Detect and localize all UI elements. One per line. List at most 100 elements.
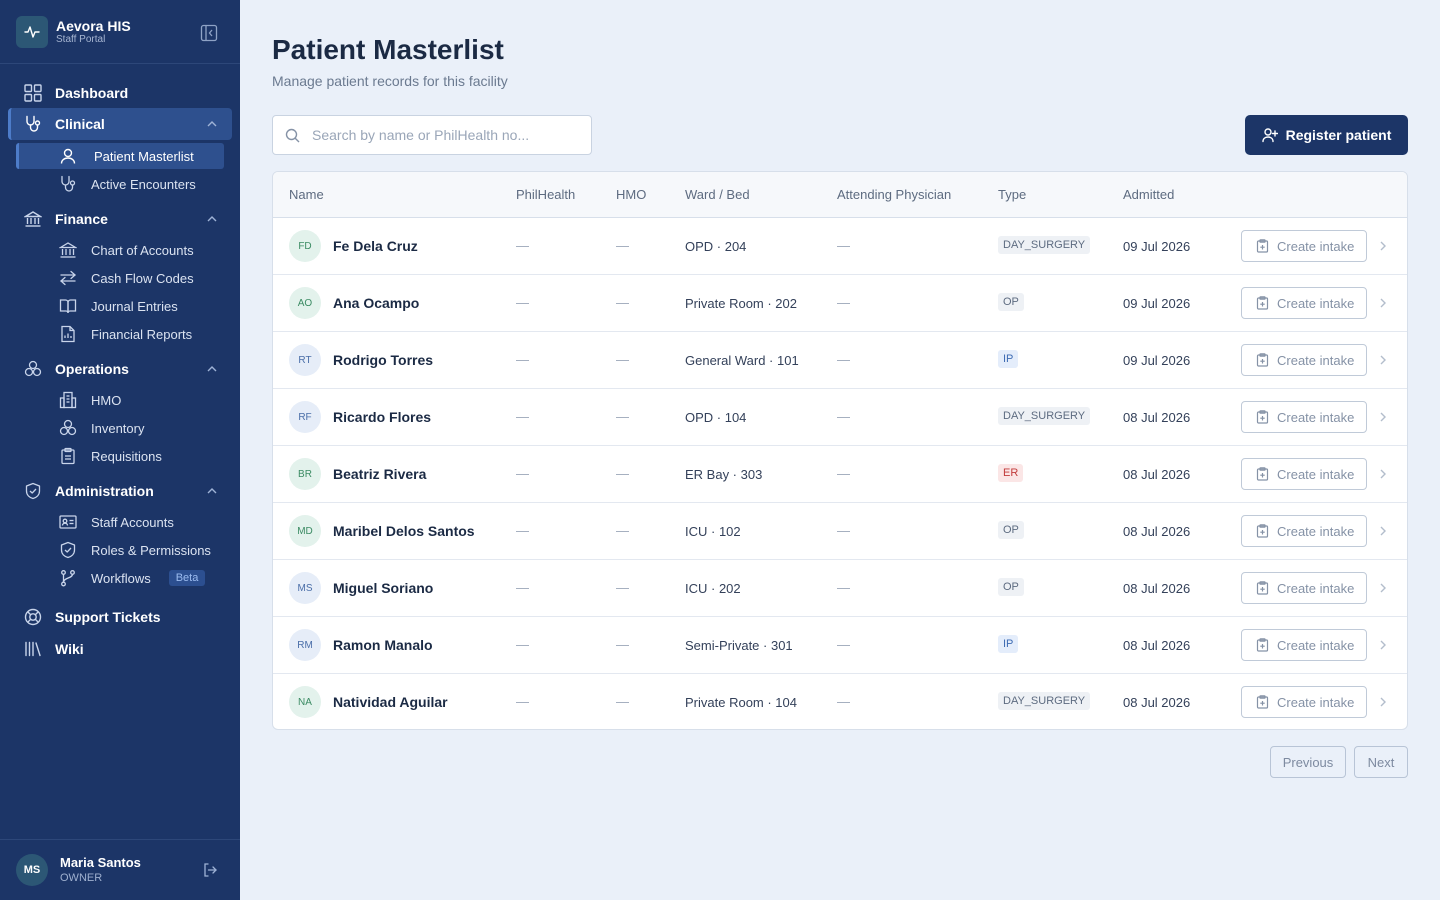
- chevron-right-icon[interactable]: [1378, 695, 1388, 709]
- attending-physician-value: —: [837, 466, 850, 481]
- clipboard-plus-icon: [1256, 581, 1269, 595]
- admitted-date: 08 Jul 2026: [1123, 581, 1191, 596]
- create-intake-label: Create intake: [1277, 466, 1355, 482]
- sidebar-item-chart-of-accounts[interactable]: Chart of Accounts: [16, 237, 224, 263]
- nav-operations[interactable]: Operations: [8, 353, 232, 385]
- philhealth-value: —: [516, 694, 529, 709]
- type-badge: IP: [998, 635, 1019, 653]
- table-row[interactable]: FD Fe Dela Cruz — — OPD · 204 — DAY_SURGERY 09 …: [273, 218, 1407, 275]
- table-row[interactable]: NA Natividad Aguilar — — Private Room · 104 —…: [273, 674, 1407, 729]
- admitted-date: 08 Jul 2026: [1123, 410, 1191, 425]
- logout-icon[interactable]: [202, 862, 218, 878]
- patient-avatar: BR: [289, 458, 321, 490]
- next-button[interactable]: Next: [1354, 746, 1408, 778]
- sidebar-item-staff-accounts[interactable]: Staff Accounts: [16, 509, 224, 535]
- chevron-right-icon[interactable]: [1378, 410, 1388, 424]
- register-patient-button[interactable]: Register patient: [1245, 115, 1408, 155]
- table-row[interactable]: MS Miguel Soriano — — ICU · 202 — OP 08 Jul 202…: [273, 560, 1407, 617]
- create-intake-button[interactable]: Create intake: [1241, 401, 1367, 433]
- sidebar-item-label: Chart of Accounts: [91, 242, 194, 258]
- table-row[interactable]: RF Ricardo Flores — — OPD · 104 — DAY_SURGERY 0…: [273, 389, 1407, 446]
- previous-button[interactable]: Previous: [1270, 746, 1346, 778]
- app-subtitle: Staff Portal: [56, 34, 106, 45]
- clipboard-icon: [59, 447, 77, 465]
- search-box: [272, 115, 592, 155]
- hmo-value: —: [616, 238, 629, 253]
- building-icon: [59, 391, 77, 409]
- create-intake-label: Create intake: [1277, 295, 1355, 311]
- sidebar-item-label: Workflows: [91, 570, 151, 586]
- create-intake-label: Create intake: [1277, 523, 1355, 539]
- admitted-date: 09 Jul 2026: [1123, 353, 1191, 368]
- philhealth-value: —: [516, 352, 529, 367]
- patient-avatar: FD: [289, 230, 321, 262]
- user-name: Maria Santos: [60, 855, 141, 870]
- patient-name: Ramon Manalo: [333, 637, 433, 653]
- sidebar-item-inventory[interactable]: Inventory: [16, 415, 224, 441]
- table-row[interactable]: RT Rodrigo Torres — — General Ward · 101 — IP 0…: [273, 332, 1407, 389]
- beta-badge: Beta: [168, 570, 206, 586]
- create-intake-button[interactable]: Create intake: [1241, 230, 1367, 262]
- table-row[interactable]: MD Maribel Delos Santos — — ICU · 102 — OP 08 J…: [273, 503, 1407, 560]
- chevron-right-icon[interactable]: [1378, 467, 1388, 481]
- nav-support-label: Support Tickets: [55, 609, 161, 625]
- ward-bed-value: Semi-Private · 301: [685, 638, 793, 653]
- chevron-right-icon[interactable]: [1378, 353, 1388, 367]
- column-header: Name: [289, 187, 324, 202]
- sidebar-item-label: Inventory: [91, 420, 145, 436]
- sidebar-item-active-encounters[interactable]: Active Encounters: [16, 171, 224, 197]
- chevron-right-icon[interactable]: [1378, 638, 1388, 652]
- pulse-icon: [16, 16, 48, 48]
- nav-finance[interactable]: Finance: [8, 203, 232, 235]
- sidebar-item-roles-permissions[interactable]: Roles & Permissions: [16, 537, 224, 563]
- book-icon: [59, 297, 77, 315]
- sidebar-item-financial-reports[interactable]: Financial Reports: [16, 321, 224, 347]
- table-row[interactable]: AO Ana Ocampo — — Private Room · 202 — OP 09 Ju…: [273, 275, 1407, 332]
- nav-dashboard[interactable]: Dashboard: [8, 77, 232, 109]
- hmo-value: —: [616, 409, 629, 424]
- create-intake-button[interactable]: Create intake: [1241, 686, 1367, 718]
- shield-check-icon: [59, 541, 77, 559]
- sidebar-item-patient-masterlist[interactable]: Patient Masterlist: [16, 143, 224, 169]
- attending-physician-value: —: [837, 409, 850, 424]
- chevron-right-icon[interactable]: [1378, 524, 1388, 538]
- nav-wiki[interactable]: Wiki: [8, 633, 232, 665]
- nav-dashboard-label: Dashboard: [55, 85, 129, 101]
- page-subtitle: Manage patient records for this facility: [272, 73, 508, 89]
- chevron-right-icon[interactable]: [1378, 239, 1388, 253]
- report-icon: [59, 325, 77, 343]
- search-input[interactable]: [312, 127, 572, 143]
- chevron-right-icon[interactable]: [1378, 296, 1388, 310]
- sidebar-item-workflows[interactable]: Workflows Beta: [16, 565, 224, 591]
- nav-operations-label: Operations: [55, 361, 129, 377]
- chevron-up-icon: [207, 366, 217, 372]
- nav-support-tickets[interactable]: Support Tickets: [8, 601, 232, 633]
- create-intake-button[interactable]: Create intake: [1241, 629, 1367, 661]
- create-intake-button[interactable]: Create intake: [1241, 515, 1367, 547]
- sidebar-item-cash-flow-codes[interactable]: Cash Flow Codes: [16, 265, 224, 291]
- type-badge: IP: [998, 350, 1019, 368]
- sidebar-item-requisitions[interactable]: Requisitions: [16, 443, 224, 469]
- admitted-date: 09 Jul 2026: [1123, 296, 1191, 311]
- create-intake-label: Create intake: [1277, 352, 1355, 368]
- type-badge: DAY_SURGERY: [998, 407, 1091, 425]
- table-row[interactable]: BR Beatriz Rivera — — ER Bay · 303 — ER 08 Jul …: [273, 446, 1407, 503]
- table-row[interactable]: RM Ramon Manalo — — Semi-Private · 301 — IP 08 …: [273, 617, 1407, 674]
- create-intake-button[interactable]: Create intake: [1241, 458, 1367, 490]
- shield-check-icon: [23, 481, 43, 501]
- create-intake-button[interactable]: Create intake: [1241, 287, 1367, 319]
- sidebar-item-journal-entries[interactable]: Journal Entries: [16, 293, 224, 319]
- sidebar-item-hmo[interactable]: HMO: [16, 387, 224, 413]
- nav-clinical[interactable]: Clinical: [8, 108, 232, 140]
- nav-administration[interactable]: Administration: [8, 475, 232, 507]
- admitted-date: 09 Jul 2026: [1123, 239, 1191, 254]
- bank-icon: [59, 241, 77, 259]
- hmo-value: —: [616, 580, 629, 595]
- column-header: PhilHealth: [516, 187, 576, 202]
- ward-bed-value: Private Room · 104: [685, 695, 797, 710]
- create-intake-button[interactable]: Create intake: [1241, 572, 1367, 604]
- chevron-right-icon[interactable]: [1378, 581, 1388, 595]
- create-intake-button[interactable]: Create intake: [1241, 344, 1367, 376]
- collapse-sidebar-icon[interactable]: [200, 24, 218, 42]
- id-card-icon: [59, 513, 77, 531]
